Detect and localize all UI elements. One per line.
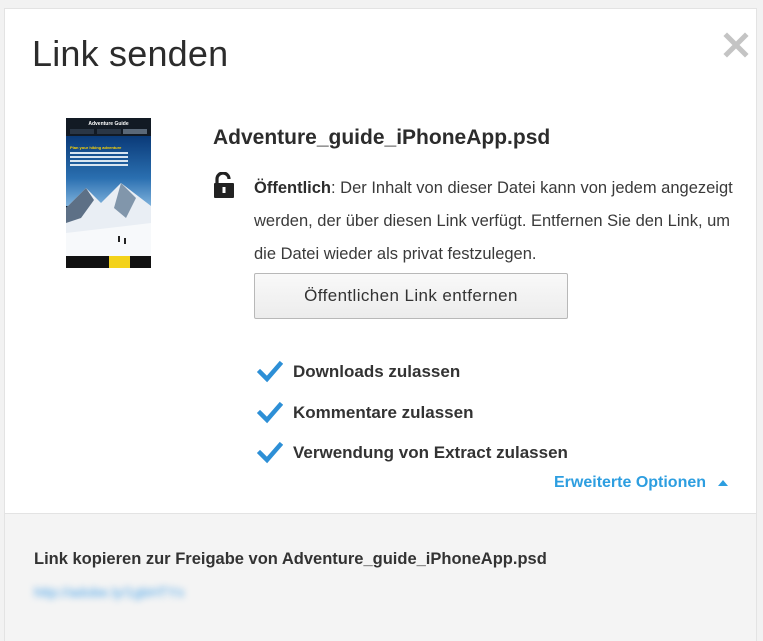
advanced-options-toggle[interactable]: Erweiterte Optionen [554,474,729,492]
share-link-url[interactable]: http://adobe.ly/1gbHTYx [34,584,278,606]
access-description: Öffentlich: Der Inhalt von dieser Datei … [254,172,749,271]
allow-extract-label: Verwendung von Extract zulassen [293,443,568,462]
caret-up-icon [718,480,729,486]
allow-comments-label: Kommentare zulassen [293,403,474,422]
allow-downloads-checkbox[interactable]: Downloads zulassen [257,358,460,386]
send-link-dialog: Link senden Adventure Guide Plan your hi… [4,8,757,641]
remove-public-link-button[interactable]: Öffentlichen Link entfernen [254,273,568,319]
checkmark-icon [257,441,283,464]
thumbnail-app-title: Adventure Guide [88,121,129,127]
dialog-title: Link senden [32,33,229,74]
advanced-options-label: Erweiterte Optionen [554,474,707,491]
copy-link-footer: Link kopieren zur Freigabe von Adventure… [5,513,756,641]
allow-extract-checkbox[interactable]: Verwendung von Extract zulassen [257,439,568,467]
unlock-icon [213,171,235,198]
allow-comments-checkbox[interactable]: Kommentare zulassen [257,399,473,427]
file-name: Adventure_guide_iPhoneApp.psd [213,126,551,149]
close-icon[interactable] [722,31,750,59]
copy-link-label: Link kopieren zur Freigabe von Adventure… [34,550,547,568]
thumbnail-headline: Plan your hiking adventure [70,145,122,150]
allow-downloads-label: Downloads zulassen [293,362,461,381]
file-thumbnail: Adventure Guide Plan your hiking adventu… [66,118,151,268]
access-status-label: Öffentlich [254,179,331,197]
checkmark-icon [257,401,283,424]
checkmark-icon [257,360,283,383]
